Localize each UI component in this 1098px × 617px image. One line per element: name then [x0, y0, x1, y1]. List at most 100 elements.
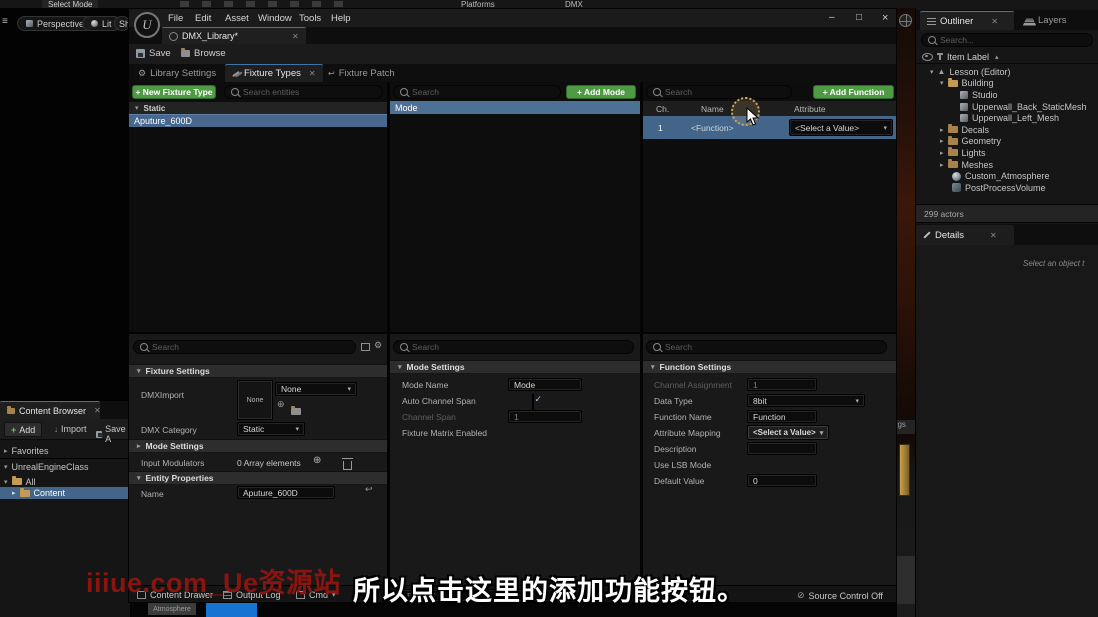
dmx-import-thumbnail[interactable]: None [237, 380, 273, 420]
close-button[interactable]: × [882, 12, 888, 24]
section-fixture-settings[interactable]: ▾ Fixture Settings [129, 364, 387, 378]
name-field[interactable] [237, 486, 335, 499]
import-button[interactable]: ↓ Import [54, 424, 87, 434]
function-search[interactable] [646, 85, 792, 99]
fixture-search[interactable] [224, 85, 383, 99]
browse-button[interactable]: Browse [181, 48, 226, 59]
col-name[interactable]: Name [701, 104, 724, 114]
function-search-input[interactable] [665, 87, 785, 97]
browse-asset-icon[interactable] [291, 408, 301, 415]
close-icon[interactable]: ✕ [991, 17, 998, 26]
item-label-header[interactable]: Item Label [947, 52, 989, 62]
maximize-button[interactable]: □ [856, 12, 862, 23]
favorites-row[interactable]: ▸ Favorites [4, 445, 49, 457]
all-folder-row[interactable]: ▾ All [4, 476, 36, 488]
mode-name-field[interactable] [508, 378, 582, 391]
close-icon[interactable]: ✕ [94, 406, 101, 415]
menu-item-window[interactable]: Window [258, 13, 292, 24]
mode-settings-search-input[interactable] [412, 342, 627, 352]
attribute-mapping-dropdown[interactable]: <Select a Value> ▾ [747, 425, 829, 440]
new-fixture-type-button[interactable]: + New Fixture Type [132, 85, 216, 99]
dmx-category-dropdown[interactable]: Static ▾ [237, 422, 305, 436]
attribute-dropdown[interactable]: <Select a Value> ▾ [789, 119, 893, 136]
section-mode-settings[interactable]: ▸ Mode Settings [129, 439, 387, 453]
minimize-button[interactable]: – [829, 12, 835, 23]
section-mode-settings2[interactable]: ▾ Mode Settings [390, 360, 640, 374]
reset-icon[interactable]: ↩ [365, 484, 373, 495]
menu-item-help[interactable]: Help [331, 13, 351, 24]
save-all-button[interactable]: Save A [96, 424, 130, 444]
fixture-type-row-selected[interactable]: Aputure_600D [129, 114, 387, 127]
close-icon[interactable]: ✕ [990, 231, 997, 240]
tree-row-geometry[interactable]: ▸ Geometry [916, 136, 1098, 148]
function-settings-search[interactable] [646, 340, 887, 354]
display-filter-icon[interactable] [361, 343, 370, 351]
fixture-settings-search[interactable] [133, 340, 356, 354]
tree-row-custom-atmosphere[interactable]: Custom_Atmosphere [916, 170, 1098, 182]
add-element-icon[interactable]: ⊕ [313, 455, 321, 466]
add-mode-button[interactable]: + Add Mode [566, 85, 636, 99]
add-function-button[interactable]: + Add Function [813, 85, 894, 99]
fixture-settings-search-input[interactable] [152, 342, 349, 352]
tree-row-building[interactable]: ▾ Building [916, 78, 1098, 90]
tree-row-studio[interactable]: Studio [916, 89, 1098, 101]
eye-icon[interactable] [922, 53, 933, 61]
unrealengineclass-row[interactable]: ▾ UnrealEngineClass [4, 461, 89, 473]
save-button[interactable]: Save [136, 48, 171, 59]
description-input[interactable] [753, 444, 811, 454]
mode-settings-search[interactable] [393, 340, 634, 354]
menu-item-tools[interactable]: Tools [299, 13, 321, 24]
description-field[interactable] [747, 442, 817, 455]
close-icon[interactable]: ✕ [309, 69, 316, 78]
tab-layers[interactable]: Layers [1018, 11, 1074, 30]
dmx-library-tab[interactable]: DMX_Library* ✕ [162, 27, 306, 44]
close-icon[interactable]: ✕ [292, 32, 299, 41]
section-function-settings[interactable]: ▾ Function Settings [643, 360, 897, 374]
trash-icon[interactable] [343, 461, 352, 470]
default-value-field[interactable] [747, 474, 817, 487]
function-row-selected[interactable]: 1 <Function> <Select a Value> ▾ [643, 116, 897, 139]
outliner-search[interactable] [921, 33, 1093, 47]
tab-fixture-types[interactable]: Fixture Types ✕ [225, 64, 323, 82]
tree-row-upperwall-back[interactable]: Upperwall_Back_StaticMesh [916, 101, 1098, 113]
function-name[interactable]: <Function> [691, 123, 734, 133]
add-button[interactable]: + Add [4, 422, 42, 437]
tree-row-decals[interactable]: ▸ Decals [916, 124, 1098, 136]
tree-row-upperwall-left[interactable]: Upperwall_Left_Mesh [916, 112, 1098, 124]
globe-icon[interactable] [899, 14, 912, 27]
settings-gear-icon[interactable]: ⚙ [374, 340, 382, 351]
tab-details[interactable]: Details ✕ [916, 225, 1014, 245]
content-browser-tab[interactable]: Content Browser ✕ [0, 401, 100, 419]
menu-item-file[interactable]: File [168, 13, 183, 24]
default-value-input[interactable] [753, 476, 811, 486]
fixture-search-input[interactable] [243, 87, 376, 97]
tree-row-meshes[interactable]: ▸ Meshes [916, 159, 1098, 171]
pin-icon[interactable] [939, 53, 941, 60]
function-name-input[interactable] [753, 412, 811, 422]
viewport-menu-icon[interactable]: ≡ [2, 16, 8, 27]
content-folder-row[interactable]: ▸ Content [0, 487, 130, 499]
dmx-import-dropdown[interactable]: None ▾ [275, 382, 357, 396]
mode-search[interactable] [393, 85, 561, 99]
menu-item-edit[interactable]: Edit [195, 13, 211, 24]
col-attribute[interactable]: Attribute [794, 104, 826, 114]
function-settings-search-input[interactable] [665, 342, 880, 352]
section-entity-properties[interactable]: ▾ Entity Properties [129, 471, 387, 485]
window-title-bar[interactable]: File Edit Asset Window Tools Help – □ × [129, 9, 897, 27]
outliner-search-input[interactable] [940, 35, 1086, 45]
menu-item-asset[interactable]: Asset [225, 13, 249, 24]
name-input[interactable] [243, 488, 329, 498]
static-group-header[interactable]: ▾ Static [129, 102, 387, 114]
use-selected-icon[interactable]: ⊕ [277, 399, 285, 410]
mode-name-input[interactable] [514, 380, 576, 390]
mode-search-input[interactable] [412, 87, 554, 97]
tab-library-settings[interactable]: ⚙ Library Settings [131, 64, 223, 82]
mode-row-selected[interactable]: Mode [390, 101, 640, 114]
tree-row-lesson[interactable]: ▾ ▲ Lesson (Editor) [916, 66, 1098, 78]
tree-row-postprocessvolume[interactable]: PostProcessVolume [916, 182, 1098, 194]
tab-fixture-patch[interactable]: ↩ Fixture Patch [321, 64, 402, 82]
col-ch[interactable]: Ch. [656, 104, 669, 114]
tab-outliner[interactable]: Outliner ✕ [920, 11, 1014, 30]
tree-row-lights[interactable]: ▸ Lights [916, 147, 1098, 159]
function-name-field[interactable] [747, 410, 817, 423]
